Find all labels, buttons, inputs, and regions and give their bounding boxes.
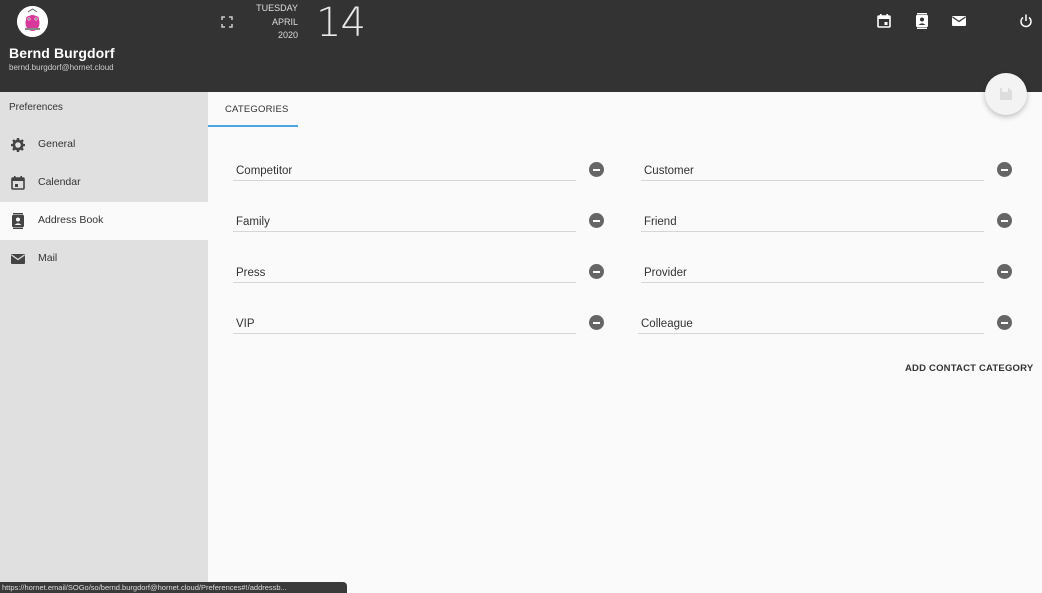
sidebar-item-address-book[interactable]: Address Book <box>0 202 208 240</box>
add-contact-category-button[interactable]: ADD CONTACT CATEGORY <box>905 363 1033 379</box>
remove-category-icon[interactable] <box>589 162 604 177</box>
category-input[interactable] <box>641 162 984 180</box>
category-field[interactable] <box>641 263 984 283</box>
category-input[interactable] <box>233 213 576 231</box>
tab-categories[interactable]: CATEGORIES <box>208 92 298 127</box>
category-field[interactable] <box>233 263 576 283</box>
sidebar-title: Preferences <box>9 102 63 113</box>
remove-category-icon[interactable] <box>997 162 1012 177</box>
category-input[interactable] <box>638 315 984 333</box>
category-field[interactable] <box>233 212 576 232</box>
save-button[interactable] <box>985 73 1027 115</box>
top-bar: Bernd Burgdorf bernd.burgdorf@hornet.clo… <box>0 0 1042 92</box>
mail-app-icon[interactable] <box>951 13 967 29</box>
category-input[interactable] <box>233 264 576 282</box>
category-input[interactable] <box>641 213 984 231</box>
calendar-icon <box>10 175 26 191</box>
user-name: Bernd Burgdorf <box>9 45 115 61</box>
contacts-app-icon[interactable] <box>914 13 930 29</box>
category-field[interactable] <box>641 212 984 232</box>
sidebar-item-general[interactable]: General <box>0 126 208 164</box>
remove-category-icon[interactable] <box>589 315 604 330</box>
month: APRIL <box>271 16 298 27</box>
preferences-sidebar: Preferences General Calendar Address Boo… <box>0 92 208 593</box>
sidebar-item-mail[interactable]: Mail <box>0 240 208 278</box>
day-number: 14 <box>316 0 366 46</box>
sidebar-item-label: Mail <box>38 252 58 264</box>
sidebar-item-label: Calendar <box>38 176 81 188</box>
user-email: bernd.burgdorf@hornet.cloud <box>9 63 114 72</box>
sidebar-item-label: Address Book <box>38 214 104 226</box>
remove-category-icon[interactable] <box>997 315 1012 330</box>
year: 2020 <box>277 30 298 40</box>
sidebar-item-calendar[interactable]: Calendar <box>0 164 208 202</box>
category-field[interactable] <box>233 161 576 181</box>
category-field[interactable] <box>233 314 576 334</box>
tab-label: CATEGORIES <box>225 104 289 115</box>
contacts-icon <box>10 213 26 229</box>
category-input[interactable] <box>233 162 576 180</box>
category-field[interactable] <box>641 161 984 181</box>
sidebar-item-label: General <box>38 138 76 150</box>
fullscreen-icon[interactable] <box>221 15 233 28</box>
date-block: TUESDAY APRIL 2020 <box>244 2 298 43</box>
remove-category-icon[interactable] <box>997 264 1012 279</box>
gear-icon <box>10 137 26 153</box>
avatar[interactable] <box>17 6 48 37</box>
category-input[interactable] <box>641 264 984 282</box>
category-input[interactable] <box>233 315 576 333</box>
remove-category-icon[interactable] <box>589 213 604 228</box>
remove-category-icon[interactable] <box>589 264 604 279</box>
power-icon[interactable] <box>1018 13 1034 29</box>
weekday: TUESDAY <box>256 3 298 13</box>
remove-category-icon[interactable] <box>997 213 1012 228</box>
calendar-app-icon[interactable] <box>876 13 892 29</box>
mail-icon <box>10 251 26 267</box>
status-url: https://hornet.email/SOGo/so/bernd.burgd… <box>0 582 347 593</box>
category-field[interactable] <box>638 314 984 334</box>
